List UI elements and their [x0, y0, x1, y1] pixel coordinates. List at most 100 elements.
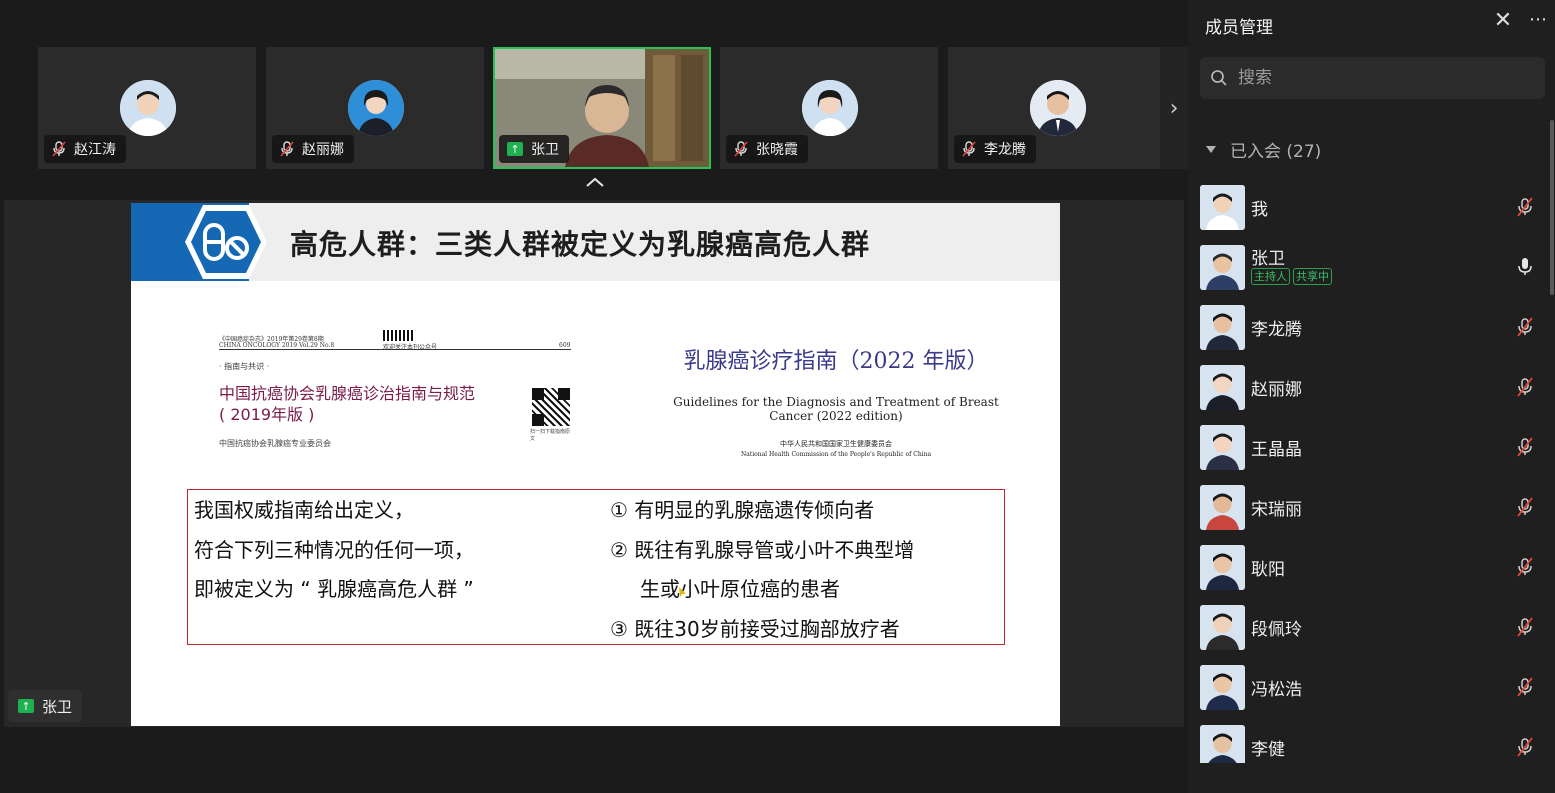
member-name: 冯松浩: [1251, 680, 1302, 700]
sharing-badge: 共享中: [1293, 268, 1332, 285]
video-tile-1[interactable]: 赵江涛: [38, 47, 256, 169]
avatar: [120, 80, 176, 136]
participant-name-tag: ↑ 张卫: [499, 135, 569, 163]
member-row[interactable]: 赵丽娜: [1188, 357, 1555, 417]
participant-name: 赵江涛: [74, 142, 116, 158]
panel-title: 成员管理: [1205, 18, 1273, 38]
guideline-2022-org-en: National Health Commission of the People…: [740, 451, 932, 458]
member-name: 王晶晶: [1251, 440, 1302, 460]
guideline-2022-title-cn: 乳腺癌诊疗指南（2022 年版）: [683, 349, 989, 374]
qr-code-icon: [532, 388, 570, 426]
scrollbar[interactable]: [1550, 120, 1554, 295]
member-name: 李龙腾: [1251, 320, 1302, 340]
host-badge: 主持人: [1251, 268, 1290, 285]
guideline-2019-title-line2: ( 2019年版 ): [219, 405, 315, 424]
screen-share-icon: ↑: [507, 142, 523, 156]
video-tile-5[interactable]: 李龙腾: [948, 47, 1166, 169]
screen-share-icon: ↑: [18, 699, 34, 713]
guideline-2019-org: 中国抗癌协会乳腺癌专业委员会: [219, 439, 331, 448]
member-list: 我 张卫 主持人 共享中 李龙腾 赵丽娜 王晶晶 宋瑞丽 耿阳 段佩玲 冯松浩 李…: [1188, 177, 1555, 763]
mic-muted-icon[interactable]: [1516, 437, 1534, 457]
mic-on-icon[interactable]: [1516, 257, 1534, 277]
member-row[interactable]: 宋瑞丽: [1188, 477, 1555, 537]
mic-muted-icon: [280, 141, 294, 157]
mic-muted-icon[interactable]: [1516, 677, 1534, 697]
mic-muted-icon[interactable]: [1516, 617, 1534, 637]
criterion-item: ② 既往有乳腺导管或小叶不典型增: [610, 538, 915, 562]
member-avatar: [1200, 725, 1245, 763]
member-avatar: [1200, 545, 1245, 590]
guideline-2019-title-line1: 中国抗癌协会乳腺癌诊治指南与规范: [219, 384, 476, 403]
journal-header-en: CHINA ONCOLOGY 2019 Vol.29 No.8: [219, 342, 335, 349]
video-tile-2[interactable]: 赵丽娜: [266, 47, 484, 169]
guideline-2019-cover: 《中国癌症杂志》2019年第29卷第8期 CHINA ONCOLOGY 2019…: [219, 330, 574, 456]
member-row[interactable]: 我: [1188, 177, 1555, 237]
avatar: [348, 80, 404, 136]
member-avatar: [1200, 425, 1245, 470]
definition-text: 我国权威指南给出定义，: [194, 498, 414, 522]
participant-name-tag: 赵江涛: [44, 135, 126, 163]
participant-name: 张卫: [531, 142, 559, 158]
member-name: 段佩玲: [1251, 620, 1302, 640]
section-label: · 指南与共识 ·: [219, 362, 270, 371]
member-row[interactable]: 耿阳: [1188, 537, 1555, 597]
page-number: 609: [559, 342, 571, 349]
member-avatar: [1200, 485, 1245, 530]
member-name: 宋瑞丽: [1251, 500, 1302, 520]
member-name: 耿阳: [1251, 560, 1285, 580]
criterion-item: ③ 既往30岁前接受过胸部放疗者: [610, 617, 900, 641]
member-search-box[interactable]: [1200, 57, 1545, 99]
member-avatar: [1200, 365, 1245, 410]
participant-name-tag: 李龙腾: [954, 135, 1036, 163]
close-icon[interactable]: ✕: [1491, 9, 1515, 33]
mic-muted-icon[interactable]: [1516, 197, 1534, 217]
mic-muted-icon: [52, 141, 66, 157]
member-row[interactable]: 王晶晶: [1188, 417, 1555, 477]
pill-hexagon-icon: [185, 205, 267, 279]
member-avatar: [1200, 305, 1245, 350]
member-avatar: [1200, 185, 1245, 230]
mic-muted-icon: [962, 141, 976, 157]
member-row[interactable]: 李龙腾: [1188, 297, 1555, 357]
guideline-2022-cover: 乳腺癌诊疗指南（2022 年版） Guidelines for the Diag…: [656, 343, 1016, 458]
search-input[interactable]: [1238, 68, 1528, 88]
small-qr-icon: [383, 330, 415, 341]
presenter-name-tag: ↑ 张卫: [8, 690, 83, 722]
participant-name-tag: 张晓霞: [726, 135, 808, 163]
participant-name: 李龙腾: [984, 142, 1026, 158]
member-row[interactable]: 李健: [1188, 717, 1555, 763]
presentation-slide: 高危人群：三类人群被定义为乳腺癌高危人群 《中国癌症杂志》2019年第29卷第8…: [131, 203, 1060, 726]
member-avatar: [1200, 605, 1245, 650]
mic-muted-icon[interactable]: [1516, 737, 1534, 757]
member-avatar: [1200, 665, 1245, 710]
meeting-stage: 赵江涛 赵丽娜 ↑ 张卫 张晓霞 李龙腾 › 高危人群：三类人群被定义为乳腺癌高…: [0, 0, 1188, 793]
divider: [219, 349, 571, 350]
member-row[interactable]: 段佩玲: [1188, 597, 1555, 657]
video-tile-active-speaker[interactable]: ↑ 张卫: [493, 47, 711, 169]
guideline-2022-title-en: Guidelines for the Diagnosis and Treatme…: [673, 395, 999, 423]
mic-muted-icon[interactable]: [1516, 557, 1534, 577]
criterion-item: 生或小叶原位癌的患者: [640, 577, 840, 601]
qr-caption: 扫一扫下载指南原文: [530, 429, 571, 442]
video-tile-4[interactable]: 张晓霞: [720, 47, 938, 169]
more-options-icon[interactable]: ⋯: [1526, 9, 1550, 33]
mic-muted-icon[interactable]: [1516, 497, 1534, 517]
participant-name: 赵丽娜: [302, 142, 344, 158]
collapse-video-strip-icon[interactable]: [580, 173, 610, 195]
member-avatar: [1200, 245, 1245, 290]
member-name: 李健: [1251, 740, 1285, 760]
member-row[interactable]: 冯松浩: [1188, 657, 1555, 717]
member-name: 我: [1251, 200, 1268, 220]
member-row[interactable]: 张卫 主持人 共享中: [1188, 237, 1555, 297]
next-page-chevron-icon[interactable]: ›: [1160, 47, 1188, 169]
avatar: [802, 80, 858, 136]
member-name: 张卫: [1251, 249, 1285, 269]
mic-muted-icon[interactable]: [1516, 377, 1534, 397]
meeting-window: 赵江涛 赵丽娜 ↑ 张卫 张晓霞 李龙腾 › 高危人群：三类人群被定义为乳腺癌高…: [0, 0, 1555, 793]
mic-muted-icon[interactable]: [1516, 317, 1534, 337]
criterion-item: ① 有明显的乳腺癌遗传倾向者: [610, 498, 875, 522]
guideline-2022-org-cn: 中华人民共和国国家卫生健康委员会: [780, 440, 892, 448]
member-name: 赵丽娜: [1251, 380, 1302, 400]
mic-muted-icon: [734, 141, 748, 157]
joined-group-header[interactable]: 已入会 (27): [1206, 137, 1321, 162]
